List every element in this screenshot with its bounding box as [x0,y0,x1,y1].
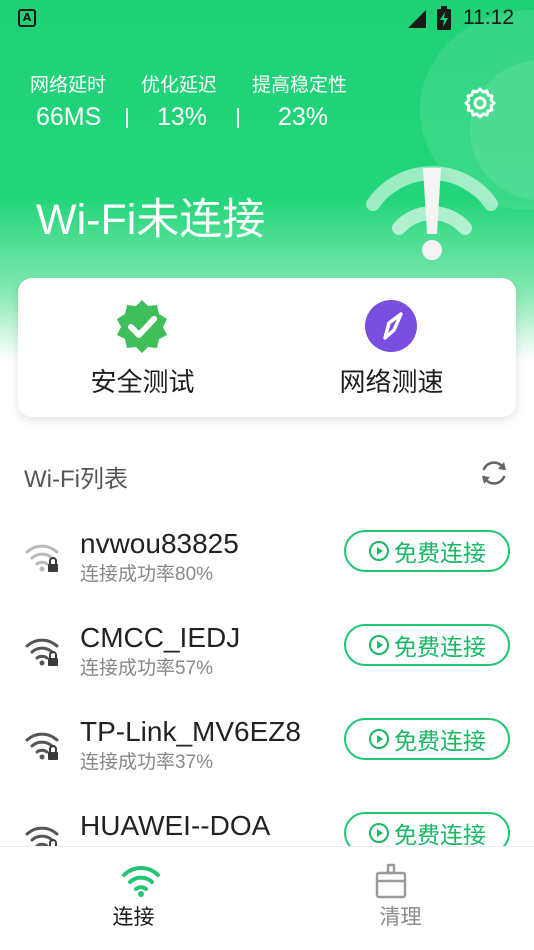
free-connect-button[interactable]: 免费连接 [344,530,510,572]
cell-signal-icon [408,10,426,28]
bottom-navigation: 连接 清理 [0,846,534,950]
shield-check-icon [117,300,167,353]
divider [237,108,239,128]
wifi-ssid: TP-Link_MV6EZ8 [80,716,301,747]
wifi-list-header: Wi-Fi列表 [24,455,512,495]
status-bar: A 11:12 [0,0,534,36]
wifi-connection-status: Wi-Fi未连接 [36,196,266,244]
wifi-network-item[interactable]: CMCC_IEDJ 连接成功率57% 免费连接 [0,614,534,706]
wifi-ssid: HUAWEI--DOA [80,810,271,841]
nav-label-clean: 清理 [379,906,422,929]
nav-label-connect: 连接 [112,906,155,929]
broom-icon [375,863,407,899]
compass-icon [365,300,417,352]
play-circle-icon [369,729,389,749]
wifi-locked-icon [25,732,59,760]
stat-label-stability: 提高稳定性 [252,74,348,96]
stat-label-latency: 网络延时 [30,74,107,96]
security-test-label: 安全测试 [90,367,195,397]
nav-tab-connect[interactable]: 连接 [0,847,267,950]
wifi-success-rate: 连接成功率37% [80,752,214,770]
stat-value-optimized: 13% [157,103,208,131]
wifi-ssid: nvwou83825 [80,528,239,559]
wifi-network-item[interactable]: nvwou83825 连接成功率80% 免费连接 [0,520,534,612]
play-circle-icon [369,635,389,655]
free-connect-button[interactable]: 免费连接 [344,718,510,760]
app-notification-icon: A [18,9,36,27]
stat-label-optimized: 优化延迟 [141,74,218,96]
security-test-button[interactable]: 安全测试 [18,278,267,417]
free-connect-button[interactable]: 免费连接 [344,624,510,666]
speed-test-button[interactable]: 网络测速 [267,278,516,417]
speed-test-label: 网络测速 [339,367,444,397]
stat-value-latency: 66MS [36,103,102,131]
wifi-locked-icon [25,638,59,666]
wifi-success-rate: 连接成功率57% [80,658,214,676]
wifi-ssid: CMCC_IEDJ [80,622,241,653]
stat-value-stability: 23% [278,103,329,131]
wifi-list-title: Wi-Fi列表 [24,466,128,493]
free-connect-label: 免费连接 [394,634,486,660]
nav-tab-clean[interactable]: 清理 [267,847,534,950]
free-connect-label: 免费连接 [394,540,486,566]
refresh-icon[interactable] [478,457,510,489]
gear-icon[interactable] [463,86,497,120]
play-circle-icon [369,541,389,561]
wifi-icon [122,865,160,897]
tools-card: 安全测试 网络测速 [18,278,516,417]
clock: 11:12 [463,6,514,29]
free-connect-label: 免费连接 [394,822,486,848]
battery-charging-icon [437,6,451,30]
divider [126,108,128,128]
play-circle-icon [369,823,389,843]
free-connect-label: 免费连接 [394,728,486,754]
wifi-warning-icon [366,166,498,260]
wifi-network-item[interactable]: TP-Link_MV6EZ8 连接成功率37% 免费连接 [0,708,534,800]
wifi-success-rate: 连接成功率80% [80,564,214,582]
wifi-locked-icon [25,544,59,572]
